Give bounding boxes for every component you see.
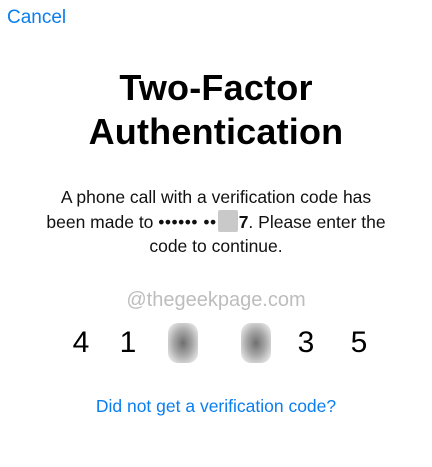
masked-phone-number: •••••• ••: [158, 211, 217, 232]
description-line1: A phone call with a verification code ha…: [60, 187, 372, 207]
description-prefix: been made to: [46, 211, 154, 232]
blurred-phone-digit: [217, 209, 238, 232]
code-digit-5[interactable]: 3: [291, 323, 321, 363]
phone-last-digit: 7: [238, 211, 249, 232]
cancel-button[interactable]: Cancel: [7, 7, 66, 29]
code-digit-4-blurred[interactable]: [241, 323, 271, 363]
description-line3: code to continue.: [149, 236, 283, 256]
page-title: Two-Factor Authentication: [0, 66, 432, 154]
description-line2: been made to •••••• •• 7. Please enter th…: [16, 209, 416, 235]
code-digit-3-blurred[interactable]: [168, 323, 198, 363]
code-digit-2[interactable]: 1: [113, 323, 143, 363]
page-title-line1: Two-Factor: [119, 67, 313, 108]
description-suffix: . Please enter the: [248, 211, 386, 232]
verification-description: A phone call with a verification code ha…: [16, 185, 416, 259]
code-digit-1[interactable]: 4: [66, 323, 96, 363]
page-title-line2: Authentication: [88, 111, 344, 152]
watermark-text: @thegeekpage.com: [126, 289, 306, 311]
verification-code-input[interactable]: 4 1 3 5: [0, 323, 432, 367]
code-digit-6[interactable]: 5: [344, 323, 374, 363]
resend-code-link[interactable]: Did not get a verification code?: [0, 395, 432, 417]
